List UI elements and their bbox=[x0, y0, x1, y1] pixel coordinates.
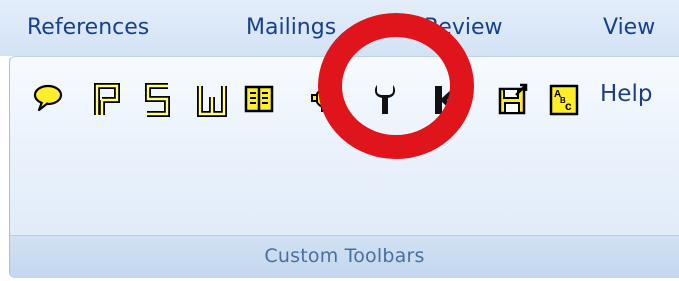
svg-text:c: c bbox=[565, 99, 572, 113]
book-icon[interactable] bbox=[244, 83, 274, 117]
gear-icon[interactable] bbox=[310, 83, 340, 117]
tab-view[interactable]: View bbox=[603, 15, 655, 41]
help-button[interactable]: Help bbox=[600, 81, 652, 107]
group-label-custom-toolbars: Custom Toolbars bbox=[264, 245, 425, 267]
letter-s-icon[interactable] bbox=[143, 83, 173, 117]
letter-p-icon[interactable] bbox=[93, 83, 123, 117]
abc-spellcheck-icon[interactable]: A B c bbox=[549, 83, 579, 117]
tab-mailings[interactable]: Mailings bbox=[246, 15, 336, 41]
ribbon-tab-bar: References Mailings Review View bbox=[0, 0, 679, 56]
wrench-icon[interactable] bbox=[373, 83, 397, 117]
tab-references[interactable]: References bbox=[27, 15, 149, 41]
group-label-bar: Custom Toolbars bbox=[10, 235, 679, 278]
letter-w-icon[interactable] bbox=[196, 83, 228, 117]
ribbon-panel: A B c Help Custom Toolbars bbox=[9, 56, 679, 278]
tab-review[interactable]: Review bbox=[424, 15, 503, 41]
comment-bubble-icon[interactable] bbox=[32, 83, 64, 117]
save-export-icon[interactable] bbox=[498, 83, 528, 117]
letter-k-icon[interactable] bbox=[433, 83, 457, 117]
